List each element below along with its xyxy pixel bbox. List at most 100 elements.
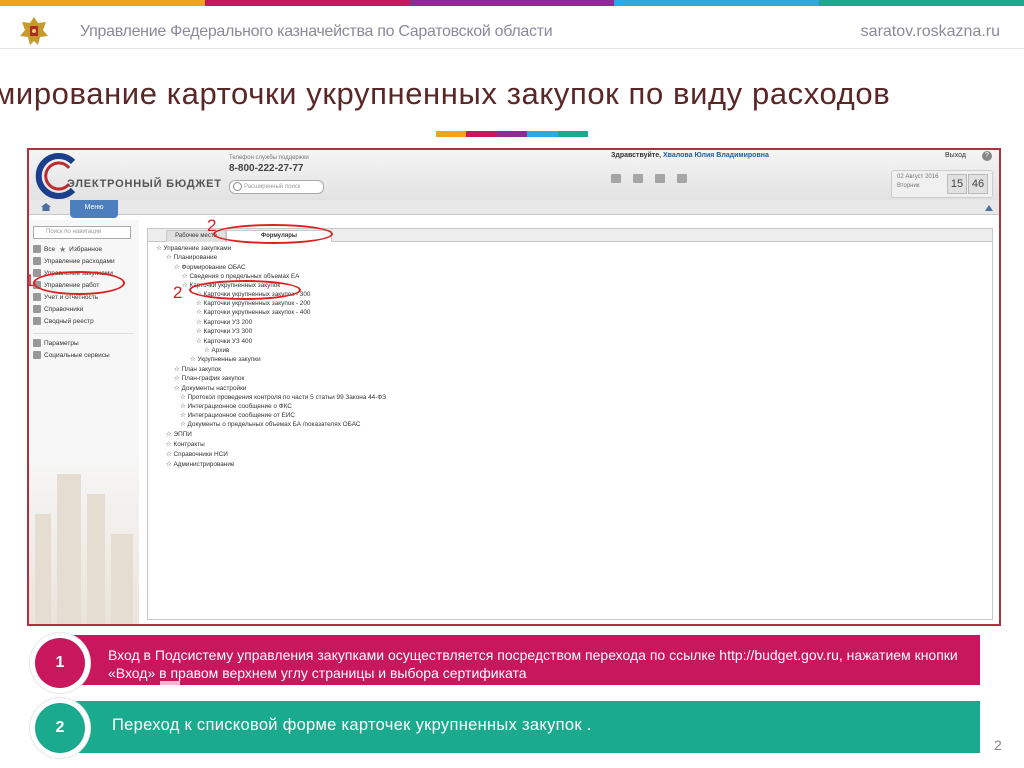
tree-node[interactable]: ☆ Формирование ОБАС [174,264,246,272]
tree-node[interactable]: ☆ Документы настройки [174,385,246,393]
step-1-number: 1 [35,638,85,688]
tree-node[interactable]: ☆ Архив [204,347,229,355]
date-time-panel: 02 Август 2016 Вторник 15 46 [891,170,993,198]
building-shape [87,494,105,624]
support-phone: 8-800-222-27-77 [229,163,304,174]
strip-segment [557,131,589,137]
coins-icon [33,257,41,265]
sidebar-item-all[interactable]: Все [33,245,55,253]
tree-node[interactable]: ☆ Справочники НСИ [166,451,228,459]
slide-title-text: мирование карточки укрупненных закупок п… [0,76,891,111]
tree-node[interactable]: ☆ Карточки УЗ 200 [196,319,252,327]
users-icon[interactable] [655,174,665,183]
step-1-text: Вход в Подсистему управления закупками о… [108,647,958,681]
city-background [29,454,139,624]
title-color-strip [436,131,589,137]
strip-segment [436,131,467,137]
step-2-badge: 2 [30,698,90,758]
strip-segment [496,131,528,137]
annotation-marker-2-cards: 2 [173,283,183,302]
sidebar-item-label: Сводный реестр [44,317,94,325]
annotation-marker-2-tab: 2 [207,216,217,235]
page-number: 2 [994,737,1002,753]
tree-node[interactable]: ☆ Документы о предельных объемах БА /пок… [180,421,360,429]
app-screenshot-frame: ЭЛЕКТРОННЫЙ БЮДЖЕТ Телефон службы поддер… [27,148,1001,626]
tree-node[interactable]: ☆ Интеграционное сообщение о ФКС [180,403,292,411]
annotation-oval-cards [189,280,301,300]
app-toolbar-icons [611,174,687,183]
sidebar-item-label: Управление расходами [44,257,115,265]
sidebar-search-input[interactable]: Поиск по навигации [33,226,131,239]
user-name-link[interactable]: Хвалова Юлия Владимировна [663,152,769,159]
step-2-text: Переход к списковой форме карточек укруп… [112,716,592,734]
sidebar-item-label: Параметры [44,339,79,347]
tree-node[interactable]: ☆ Управление закупками [156,245,231,253]
tree-node[interactable]: ☆ Карточки УЗ 300 [196,328,252,336]
current-date: 02 Август 2016 [897,174,939,180]
user-greeting: Здравствуйте, Хвалова Юлия Владимировна [611,152,769,159]
step-1-box: Вход в Подсистему управления закупками о… [68,635,980,686]
slide-title: мирование карточки укрупненных закупок п… [0,76,1024,116]
building-shape [57,474,81,624]
app-header [29,150,999,200]
keyboard-icon[interactable] [677,174,687,183]
building-shape [111,534,133,624]
header-title: Управление Федерального казначейства по … [80,23,553,40]
app-search-input[interactable]: Расширенный поиск [229,180,324,194]
step-2-box: Переход к списковой форме карточек укруп… [68,701,980,753]
annotation-oval-procurement [33,271,125,295]
tree-node[interactable]: ☆ Контракты [166,441,205,449]
step-2-number: 2 [35,703,85,753]
menu-button[interactable]: Меню [70,200,118,218]
slide-header: Управление Федерального казначейства по … [0,6,1024,48]
tree-node[interactable]: ☆ ЭППИ [166,431,192,439]
strip-segment [466,131,497,137]
tree-icon[interactable] [633,174,643,183]
annotation-marker-1: 1 [29,271,34,291]
clock-hours: 15 [947,174,967,194]
book-icon [33,305,41,313]
clock-minutes: 46 [968,174,988,194]
help-icon[interactable]: ? [982,151,992,161]
tree-node[interactable]: ☆ Планирование [166,254,217,262]
app-nav-bar [29,200,999,215]
sidebar-item-favorites[interactable]: ★ Избранное [59,245,102,254]
sidebar-item-parameters[interactable]: Параметры [33,339,79,347]
sidebar-divider [33,333,133,334]
treasury-emblem-icon [20,17,48,45]
people-icon [33,351,41,359]
report-icon [33,293,41,301]
sidebar-item-social[interactable]: Социальные сервисы [33,351,110,359]
header-site-link[interactable]: saratov.roskazna.ru [861,23,1000,41]
tree-node[interactable]: ☆ Интеграционное сообщение от ЕИС [180,412,295,420]
tools-icon [33,339,41,347]
sidebar-item-label: Справочники [44,305,84,313]
sidebar-item-references[interactable]: Справочники [33,305,83,313]
tree-node[interactable]: ☆ Карточки укрупненных закупок - 200 [196,300,310,308]
tree-node[interactable]: ☆ Карточки укрупненных закупок - 400 [196,309,310,317]
list-icon[interactable] [611,174,621,183]
sidebar-item-label: Избранное [69,246,103,253]
header-divider [0,48,1024,49]
greeting-text: Здравствуйте, [611,152,662,159]
tree-node[interactable]: ☆ Карточки УЗ 400 [196,338,252,346]
strip-segment [527,131,558,137]
exit-button[interactable]: Выход [945,152,966,159]
tree-node[interactable]: ☆ План-график закупок [174,375,244,383]
support-phone-label: Телефон службы поддержки [229,155,309,161]
electronic-budget-logo-icon [35,153,76,199]
tree-node[interactable]: ☆ Протокол проведения контроля по части … [180,394,386,402]
annotation-oval-forms-tab [213,224,333,244]
clipped-text-fragment [160,681,180,686]
grid-icon [33,245,41,253]
sidebar-item-registry[interactable]: Сводный реестр [33,317,94,325]
tree-node[interactable]: ☆ План закупок [174,366,221,374]
sidebar-item-expenses[interactable]: Управление расходами [33,257,115,265]
tree-node[interactable]: ☆ Администрирование [166,461,234,469]
tree-node[interactable]: ☆ Укрупненные закупки [190,356,261,364]
sidebar-item-label: Социальные сервисы [44,351,110,359]
sidebar-item-label: Все [44,245,56,253]
step-1-badge: 1 [30,633,90,693]
search-icon [233,182,242,191]
building-shape [35,514,51,624]
